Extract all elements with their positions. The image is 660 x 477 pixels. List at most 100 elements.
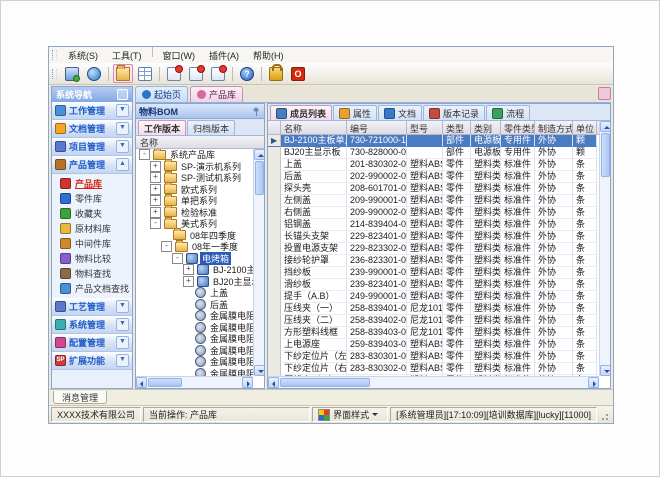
chevron-down-icon[interactable]: ▼	[116, 122, 129, 135]
column-header-类型[interactable]: 类型	[443, 121, 471, 134]
table-row[interactable]: 下纱定位片（左）283-830301-00I塑料ABS零件塑料类标准件外协条	[268, 351, 599, 363]
grid-vertical-scrollbar[interactable]	[599, 121, 610, 376]
sidebar-group-8[interactable]: SP扩展功能▼	[52, 352, 132, 370]
column-header-零件类型[interactable]: 零件类型	[501, 121, 535, 134]
sidebar-collapse-icon[interactable]	[117, 89, 128, 100]
tree-hscroll-thumb[interactable]	[148, 378, 182, 387]
table-row[interactable]: 左侧盖209-990001-01I塑料ABS零件塑料类标准件外协条	[268, 195, 599, 207]
grid-hscroll-thumb[interactable]	[280, 378, 370, 387]
scroll-left-icon[interactable]	[268, 377, 279, 388]
table-row[interactable]: 右侧盖209-990002-01I塑料ABS零件塑料类标准件外协条	[268, 207, 599, 219]
pin-icon[interactable]	[252, 107, 261, 116]
sidebar-item-产品文档查找[interactable]: 产品文档查找	[52, 281, 132, 296]
collapse-icon[interactable]: -	[172, 253, 183, 264]
tree-vertical-scrollbar[interactable]	[253, 149, 264, 376]
collapse-icon[interactable]: -	[150, 218, 161, 229]
expand-icon[interactable]: +	[150, 184, 161, 195]
column-header-型号[interactable]: 型号	[407, 121, 443, 134]
chevron-down-icon[interactable]: ▼	[116, 104, 129, 117]
sidebar-item-零件库[interactable]: 零件库	[52, 191, 132, 206]
scroll-up-icon[interactable]	[600, 121, 610, 132]
doc-tab-产品库[interactable]: 产品库	[190, 86, 243, 102]
table-row[interactable]: 挡纱板239-990001-01I塑料ABS零件塑料类标准件外协条	[268, 267, 599, 279]
help-button[interactable]: ?	[237, 64, 257, 83]
doc-tab-起始页[interactable]: 起始页	[135, 86, 188, 102]
expand-icon[interactable]: +	[150, 207, 161, 218]
table-row[interactable]: 接纱轮护罩236-823301-00I塑料ABS零件塑料类标准件外协条	[268, 255, 599, 267]
chevron-down-icon[interactable]: ▼	[116, 336, 129, 349]
column-header-名称[interactable]: 名称	[281, 121, 347, 134]
chevron-down-icon[interactable]: ▼	[116, 300, 129, 313]
scroll-down-icon[interactable]	[600, 365, 610, 376]
sidebar-item-物料查找[interactable]: 物料查找	[52, 266, 132, 281]
tree-horizontal-scrollbar[interactable]	[136, 376, 253, 388]
sidebar-group-7[interactable]: 配置管理▼	[52, 334, 132, 352]
table-row[interactable]: 滑纱板239-823401-00I塑料ABS零件塑料类标准件外协条	[268, 279, 599, 291]
expand-icon[interactable]: +	[183, 264, 194, 275]
expand-icon[interactable]: +	[150, 195, 161, 206]
member-tab-成员列表[interactable]: 成员列表	[270, 105, 332, 120]
chevron-down-icon[interactable]: ▼	[116, 354, 129, 367]
folder-button[interactable]	[113, 64, 133, 83]
tab-list-button[interactable]	[598, 87, 611, 100]
menu-item-4[interactable]: 插件(A)	[202, 47, 246, 64]
table-row[interactable]: 上盖201-830302-00I塑料ABS零件塑料类标准件外协条	[268, 159, 599, 171]
table-row[interactable]: 下纱定位片（右）283-830302-00I塑料ABS零件塑料类标准件外协条	[268, 363, 599, 375]
tree-node-08年一季度[interactable]: -08年一季度	[136, 241, 253, 253]
expand-icon[interactable]: +	[150, 172, 161, 183]
menubar-grip-handle[interactable]	[52, 50, 57, 60]
table-row[interactable]: 投置电源支架229-823302-00I塑料ABS零件塑料类标准件外协条	[268, 243, 599, 255]
scroll-down-icon[interactable]	[254, 365, 264, 376]
table-row[interactable]: 探头壳208-601701-01I塑料ABS零件塑料类标准件外协条	[268, 183, 599, 195]
column-header-类别[interactable]: 类别	[471, 121, 501, 134]
expand-icon[interactable]: +	[183, 276, 194, 287]
resize-grip[interactable]	[601, 409, 611, 421]
monitor-button[interactable]	[62, 64, 82, 83]
sidebar-item-收藏夹[interactable]: 收藏夹	[52, 206, 132, 221]
scroll-left-icon[interactable]	[136, 377, 147, 388]
chevron-down-icon[interactable]: ▼	[116, 318, 129, 331]
bom-tab-归档版本[interactable]: 归档版本	[187, 120, 235, 135]
table-row[interactable]: 长锚头支架229-823401-00I塑料ABS零件塑料类标准件外协条	[268, 231, 599, 243]
tree-node-上盖[interactable]: 上盖	[136, 287, 253, 299]
table-row[interactable]: 上电源座259-839403-00I塑料ABS零件塑料类标准件外协条	[268, 339, 599, 351]
sidebar-item-产品库[interactable]: 产品库	[52, 176, 132, 191]
chevron-up-icon[interactable]: ▲	[116, 158, 129, 171]
table-row[interactable]: 压线夹（二）258-839402-00I尼龙1010零件塑料类标准件外协条	[268, 315, 599, 327]
power-button[interactable]: O	[288, 64, 308, 83]
bom-tab-工作版本[interactable]: 工作版本	[138, 120, 186, 135]
tree-node-BJ20主显示板[interactable]: +BJ20主显示板	[136, 276, 253, 288]
message-manager-tab[interactable]: 消息管理	[53, 391, 107, 404]
sidebar-group-6[interactable]: 系统管理▼	[52, 316, 132, 334]
table-row[interactable]: BJ20主显示板730-828000-04I部件电源板专用件外协颗	[268, 147, 599, 159]
doc-open-button[interactable]	[186, 64, 206, 83]
collapse-icon[interactable]: -	[139, 149, 150, 160]
chevron-down-icon[interactable]: ▼	[116, 140, 129, 153]
table-row[interactable]: 提手（A.B）249-990001-01I塑料ABS零件塑料类标准件外协条	[268, 291, 599, 303]
sidebar-group-4[interactable]: 产品管理▲	[52, 156, 132, 174]
sidebar-group-2[interactable]: 文档管理▼	[52, 120, 132, 138]
table-row[interactable]: ▶BJ-2100主板单点730-721000-12I部件电源板专用件外协颗	[268, 135, 599, 147]
expand-icon[interactable]: +	[150, 161, 161, 172]
column-header-单位[interactable]: 单位	[573, 121, 597, 134]
scroll-up-icon[interactable]	[254, 149, 264, 160]
grid-button[interactable]	[135, 64, 155, 83]
scroll-right-icon[interactable]	[242, 377, 253, 388]
sidebar-group-1[interactable]: 工作管理▼	[52, 102, 132, 120]
ui-style-selector[interactable]: 界面样式	[312, 407, 388, 422]
sidebar-item-中间件库[interactable]: 中间件库	[52, 236, 132, 251]
table-row[interactable]: 方形塑料线框258-839403-00I尼龙1010零件塑料类标准件外协条	[268, 327, 599, 339]
table-row[interactable]: 后盖202-990002-01I塑料ABS零件塑料类标准件外协条	[268, 171, 599, 183]
column-header-编号[interactable]: 编号	[347, 121, 407, 134]
scroll-right-icon[interactable]	[588, 377, 599, 388]
toolbar-grip-handle[interactable]	[52, 69, 57, 79]
table-row[interactable]: 压线夹（一）258-839401-00I尼龙1010零件塑料类标准件外协条	[268, 303, 599, 315]
member-tab-流程[interactable]: 流程	[486, 105, 530, 120]
menu-item-2[interactable]: 工具(T)	[105, 47, 149, 64]
member-tab-版本记录[interactable]: 版本记录	[423, 105, 485, 120]
member-tab-属性[interactable]: 属性	[333, 105, 377, 120]
column-header-制造方式[interactable]: 制造方式	[535, 121, 573, 134]
grid-horizontal-scrollbar[interactable]	[268, 376, 599, 388]
menu-item-1[interactable]: 系统(S)	[61, 47, 105, 64]
member-tab-文档[interactable]: 文档	[378, 105, 422, 120]
